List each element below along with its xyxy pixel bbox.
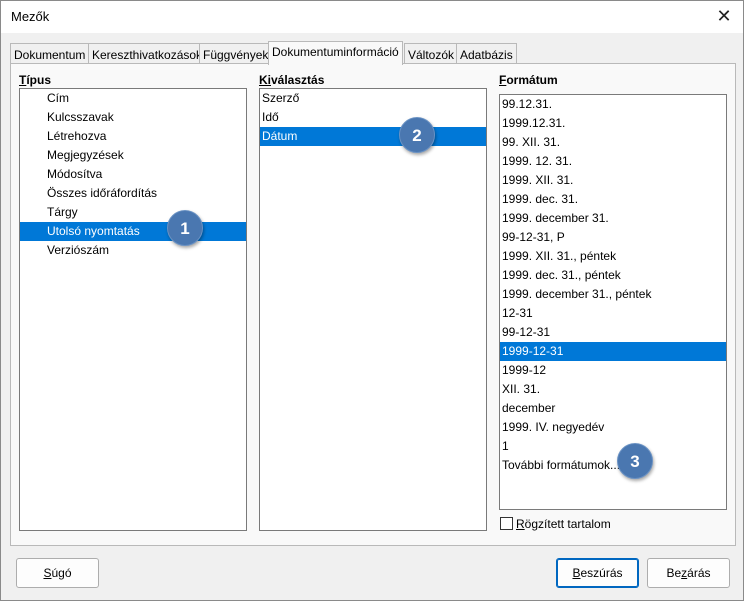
tab-kereszthivatkozasok[interactable]: Kereszthivatkozások [88,43,207,64]
format-item[interactable]: 1999. december 31., péntek [500,285,726,304]
select-item-szerzo[interactable]: Szerző [260,89,486,108]
tab-dokumentum[interactable]: Dokumentum [10,43,90,64]
fixed-content-label: Rögzített tartalom [516,517,611,531]
type-item-megjegyzesek[interactable]: Megjegyzések [20,146,246,165]
format-item[interactable]: 99. XII. 31. [500,133,726,152]
callout-badge-3: 3 [617,443,653,479]
select-item-ido[interactable]: Idő [260,108,486,127]
type-item-osszes-idoraforditas[interactable]: Összes időráfordítás [20,184,246,203]
fields-dialog: Mezők ✕ Dokumentum Kereszthivatkozások F… [0,0,744,601]
fixed-content-checkbox[interactable] [500,517,513,530]
insert-button[interactable]: Beszúrás [556,558,639,588]
type-item-kulcsszavak[interactable]: Kulcsszavak [20,108,246,127]
format-item[interactable]: 1999.12.31. [500,114,726,133]
callout-badge-1: 1 [167,210,203,246]
help-button[interactable]: Súgó [16,558,99,588]
format-item[interactable]: 1999. dec. 31., péntek [500,266,726,285]
type-label: Típus [19,73,52,87]
callout-badge-2: 2 [399,117,435,153]
format-item[interactable]: 1999. IV. negyedév [500,418,726,437]
format-item[interactable]: 1999. XII. 31., péntek [500,247,726,266]
window-title: Mezők [11,9,50,24]
format-item-selected[interactable]: 1999-12-31 [500,342,726,361]
tab-valtozok[interactable]: Változók [404,43,459,64]
format-item[interactable]: 99-12-31, P [500,228,726,247]
select-item-datum[interactable]: Dátum [260,127,486,146]
title-bar: Mezők ✕ [1,1,743,33]
format-item[interactable]: 1999. 12. 31. [500,152,726,171]
type-item-modositva[interactable]: Módosítva [20,165,246,184]
format-item[interactable]: 1999. dec. 31. [500,190,726,209]
type-item-utolso-nyomtatas[interactable]: Utolsó nyomtatás [20,222,246,241]
format-item[interactable]: 99.12.31. [500,95,726,114]
type-item-verzioszam[interactable]: Verziószám [20,241,246,260]
tab-fuggvenyek[interactable]: Függvények [199,43,273,64]
format-item[interactable]: december [500,399,726,418]
selection-listbox[interactable]: Szerző Idő Dátum [259,88,487,531]
format-label: Formátum [499,73,558,87]
format-item[interactable]: 12-31 [500,304,726,323]
format-item[interactable]: XII. 31. [500,380,726,399]
format-listbox[interactable]: 99.12.31. 1999.12.31. 99. XII. 31. 1999.… [499,94,727,510]
type-listbox[interactable]: Cím Kulcsszavak Létrehozva Megjegyzések … [19,88,247,531]
format-item[interactable]: 1999. XII. 31. [500,171,726,190]
type-item-targy[interactable]: Tárgy [20,203,246,222]
format-item[interactable]: 1 [500,437,726,456]
type-item-letrehozva[interactable]: Létrehozva [20,127,246,146]
type-item-cim[interactable]: Cím [20,89,246,108]
close-icon[interactable]: ✕ [713,5,735,27]
tab-dokumentuminformacio[interactable]: Dokumentuminformáció [268,41,403,65]
close-button[interactable]: Bezárás [647,558,730,588]
format-item[interactable]: 1999. december 31. [500,209,726,228]
format-item-more-formats[interactable]: További formátumok... [500,456,726,475]
format-item[interactable]: 99-12-31 [500,323,726,342]
tab-adatbazis[interactable]: Adatbázis [456,43,517,64]
selection-label: Kiválasztás [259,73,325,87]
format-item[interactable]: 1999-12 [500,361,726,380]
